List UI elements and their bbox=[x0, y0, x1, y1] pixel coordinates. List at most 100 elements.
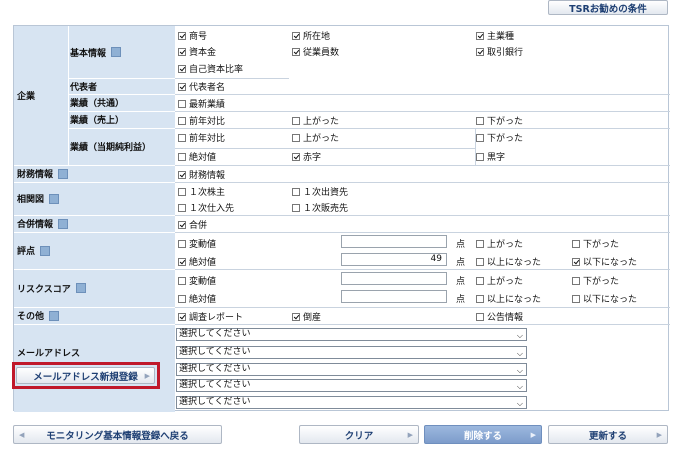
help-icon[interactable] bbox=[40, 245, 51, 256]
mail-select-5[interactable]: 選択してください ⌵ bbox=[176, 396, 527, 409]
checkbox-employees[interactable]: 従業員数 bbox=[292, 45, 339, 58]
checkbox-profit-red[interactable]: 赤字 bbox=[292, 150, 321, 163]
checkbox-financial-info[interactable]: 財務情報 bbox=[178, 168, 225, 181]
checkbox-profit-black[interactable]: 黒字 bbox=[476, 150, 505, 163]
risk-abs-input[interactable] bbox=[341, 290, 447, 303]
checkbox-latest-results[interactable]: 最新業績 bbox=[178, 97, 225, 110]
checkbox-risk-abs[interactable]: 絶対値 bbox=[178, 292, 216, 305]
checkbox-bankruptcy[interactable]: 倒産 bbox=[292, 310, 321, 323]
checkbox-box[interactable] bbox=[572, 276, 580, 285]
checkbox-box[interactable] bbox=[178, 116, 186, 125]
score-change-input[interactable] bbox=[341, 235, 447, 248]
checkbox-box[interactable] bbox=[476, 312, 484, 321]
checkbox-box[interactable] bbox=[178, 203, 186, 212]
checkbox-bank[interactable]: 取引銀行 bbox=[476, 45, 523, 58]
mail-select-3[interactable]: 選択してください ⌵ bbox=[176, 363, 527, 376]
checkbox-sales-yoy[interactable]: 前年対比 bbox=[178, 114, 225, 127]
checkbox-main-industry[interactable]: 主業種 bbox=[476, 29, 514, 42]
checkbox-box[interactable] bbox=[178, 47, 186, 56]
checkbox-box[interactable] bbox=[178, 133, 186, 142]
checkbox-box[interactable] bbox=[476, 294, 484, 303]
delete-button[interactable]: 削除する ▶ bbox=[424, 425, 542, 444]
checkbox-box[interactable] bbox=[178, 257, 186, 266]
checkbox-box[interactable] bbox=[178, 99, 186, 108]
checkbox-rep-name[interactable]: 代表者名 bbox=[178, 80, 225, 93]
checkbox-sales-down[interactable]: 下がった bbox=[476, 114, 523, 127]
checkbox-report[interactable]: 調査レポート bbox=[178, 310, 243, 323]
checkbox-risk-below[interactable]: 以下になった bbox=[572, 292, 637, 305]
checkbox-box[interactable] bbox=[292, 187, 300, 196]
checkbox-box[interactable] bbox=[476, 116, 484, 125]
mail-select-1[interactable]: 選択してください ⌵ bbox=[176, 328, 527, 341]
checkbox-risk-down[interactable]: 下がった bbox=[572, 274, 619, 287]
help-icon[interactable] bbox=[58, 218, 69, 229]
checkbox-box[interactable] bbox=[178, 31, 186, 40]
checkbox-box[interactable] bbox=[178, 312, 186, 321]
checkbox-box[interactable] bbox=[178, 64, 186, 73]
help-icon[interactable] bbox=[58, 168, 69, 179]
checkbox-box[interactable] bbox=[572, 294, 580, 303]
checkbox-profit-abs[interactable]: 絶対値 bbox=[178, 150, 216, 163]
checkbox-box[interactable] bbox=[476, 31, 484, 40]
checkbox-box[interactable] bbox=[178, 239, 186, 248]
checkbox-box[interactable] bbox=[476, 276, 484, 285]
checkbox-bulletin[interactable]: 公告情報 bbox=[476, 310, 523, 323]
checkbox-box[interactable] bbox=[178, 220, 186, 229]
score-abs-input[interactable]: 49 bbox=[341, 253, 447, 266]
mail-register-button[interactable]: メールアドレス新規登録 ▶ bbox=[16, 367, 155, 384]
checkbox-equity-ratio[interactable]: 自己資本比率 bbox=[178, 62, 243, 75]
checkbox-box[interactable] bbox=[178, 187, 186, 196]
checkbox-capital[interactable]: 資本金 bbox=[178, 45, 216, 58]
help-icon[interactable] bbox=[49, 310, 60, 321]
checkbox-box[interactable] bbox=[292, 133, 300, 142]
checkbox-box[interactable] bbox=[292, 152, 300, 161]
checkbox-box[interactable] bbox=[476, 133, 484, 142]
checkbox-box[interactable] bbox=[476, 47, 484, 56]
checkbox-score-down[interactable]: 下がった bbox=[572, 237, 619, 250]
checkbox-location[interactable]: 所在地 bbox=[292, 29, 330, 42]
checkbox-risk-above[interactable]: 以上になった bbox=[476, 292, 541, 305]
checkbox-box[interactable] bbox=[178, 152, 186, 161]
checkbox-box[interactable] bbox=[572, 257, 580, 266]
checkbox-merger[interactable]: 合併 bbox=[178, 218, 207, 231]
checkbox-primary-shareholder[interactable]: １次株主 bbox=[178, 185, 225, 198]
back-button[interactable]: ◀ モニタリング基本情報登録へ戻る bbox=[13, 425, 222, 444]
checkbox-score-below[interactable]: 以下になった bbox=[572, 255, 637, 268]
checkbox-score-abs[interactable]: 絶対値 bbox=[178, 255, 216, 268]
checkbox-score-above[interactable]: 以上になった bbox=[476, 255, 541, 268]
checkbox-risk-up[interactable]: 上がった bbox=[476, 274, 523, 287]
checkbox-box[interactable] bbox=[476, 152, 484, 161]
checkbox-risk-change[interactable]: 変動値 bbox=[178, 274, 216, 287]
checkbox-sales-up[interactable]: 上がった bbox=[292, 114, 339, 127]
checkbox-primary-supplier[interactable]: １次仕入先 bbox=[178, 201, 234, 214]
checkbox-box[interactable] bbox=[178, 276, 186, 285]
risk-change-input[interactable] bbox=[341, 272, 447, 285]
checkbox-profit-down[interactable]: 下がった bbox=[476, 131, 523, 144]
checkbox-box[interactable] bbox=[572, 239, 580, 248]
checkbox-box[interactable] bbox=[178, 170, 186, 179]
help-icon[interactable] bbox=[49, 193, 60, 204]
mail-select-4[interactable]: 選択してください ⌵ bbox=[176, 379, 527, 392]
checkbox-box[interactable] bbox=[476, 239, 484, 248]
mail-select-2[interactable]: 選択してください ⌵ bbox=[176, 346, 527, 359]
checkbox-trade-name[interactable]: 商号 bbox=[178, 29, 207, 42]
checkbox-primary-investee[interactable]: １次出資先 bbox=[292, 185, 348, 198]
checkbox-box[interactable] bbox=[292, 31, 300, 40]
checkbox-box[interactable] bbox=[292, 116, 300, 125]
checkbox-box[interactable] bbox=[178, 82, 186, 91]
checkbox-primary-customer[interactable]: １次販売先 bbox=[292, 201, 348, 214]
checkbox-box[interactable] bbox=[292, 203, 300, 212]
checkbox-box[interactable] bbox=[292, 47, 300, 56]
checkbox-box[interactable] bbox=[178, 294, 186, 303]
checkbox-profit-up[interactable]: 上がった bbox=[292, 131, 339, 144]
help-icon[interactable] bbox=[111, 47, 122, 57]
update-button[interactable]: 更新する ▶ bbox=[548, 425, 668, 444]
clear-button[interactable]: クリア ▶ bbox=[299, 425, 419, 444]
checkbox-score-up[interactable]: 上がった bbox=[476, 237, 523, 250]
help-icon[interactable] bbox=[75, 283, 86, 293]
checkbox-box[interactable] bbox=[476, 257, 484, 266]
checkbox-score-change[interactable]: 変動値 bbox=[178, 237, 216, 250]
checkbox-profit-yoy[interactable]: 前年対比 bbox=[178, 131, 225, 144]
tsr-recommended-conditions-button[interactable]: TSRお勧めの条件 bbox=[548, 0, 668, 15]
checkbox-box[interactable] bbox=[292, 312, 300, 321]
